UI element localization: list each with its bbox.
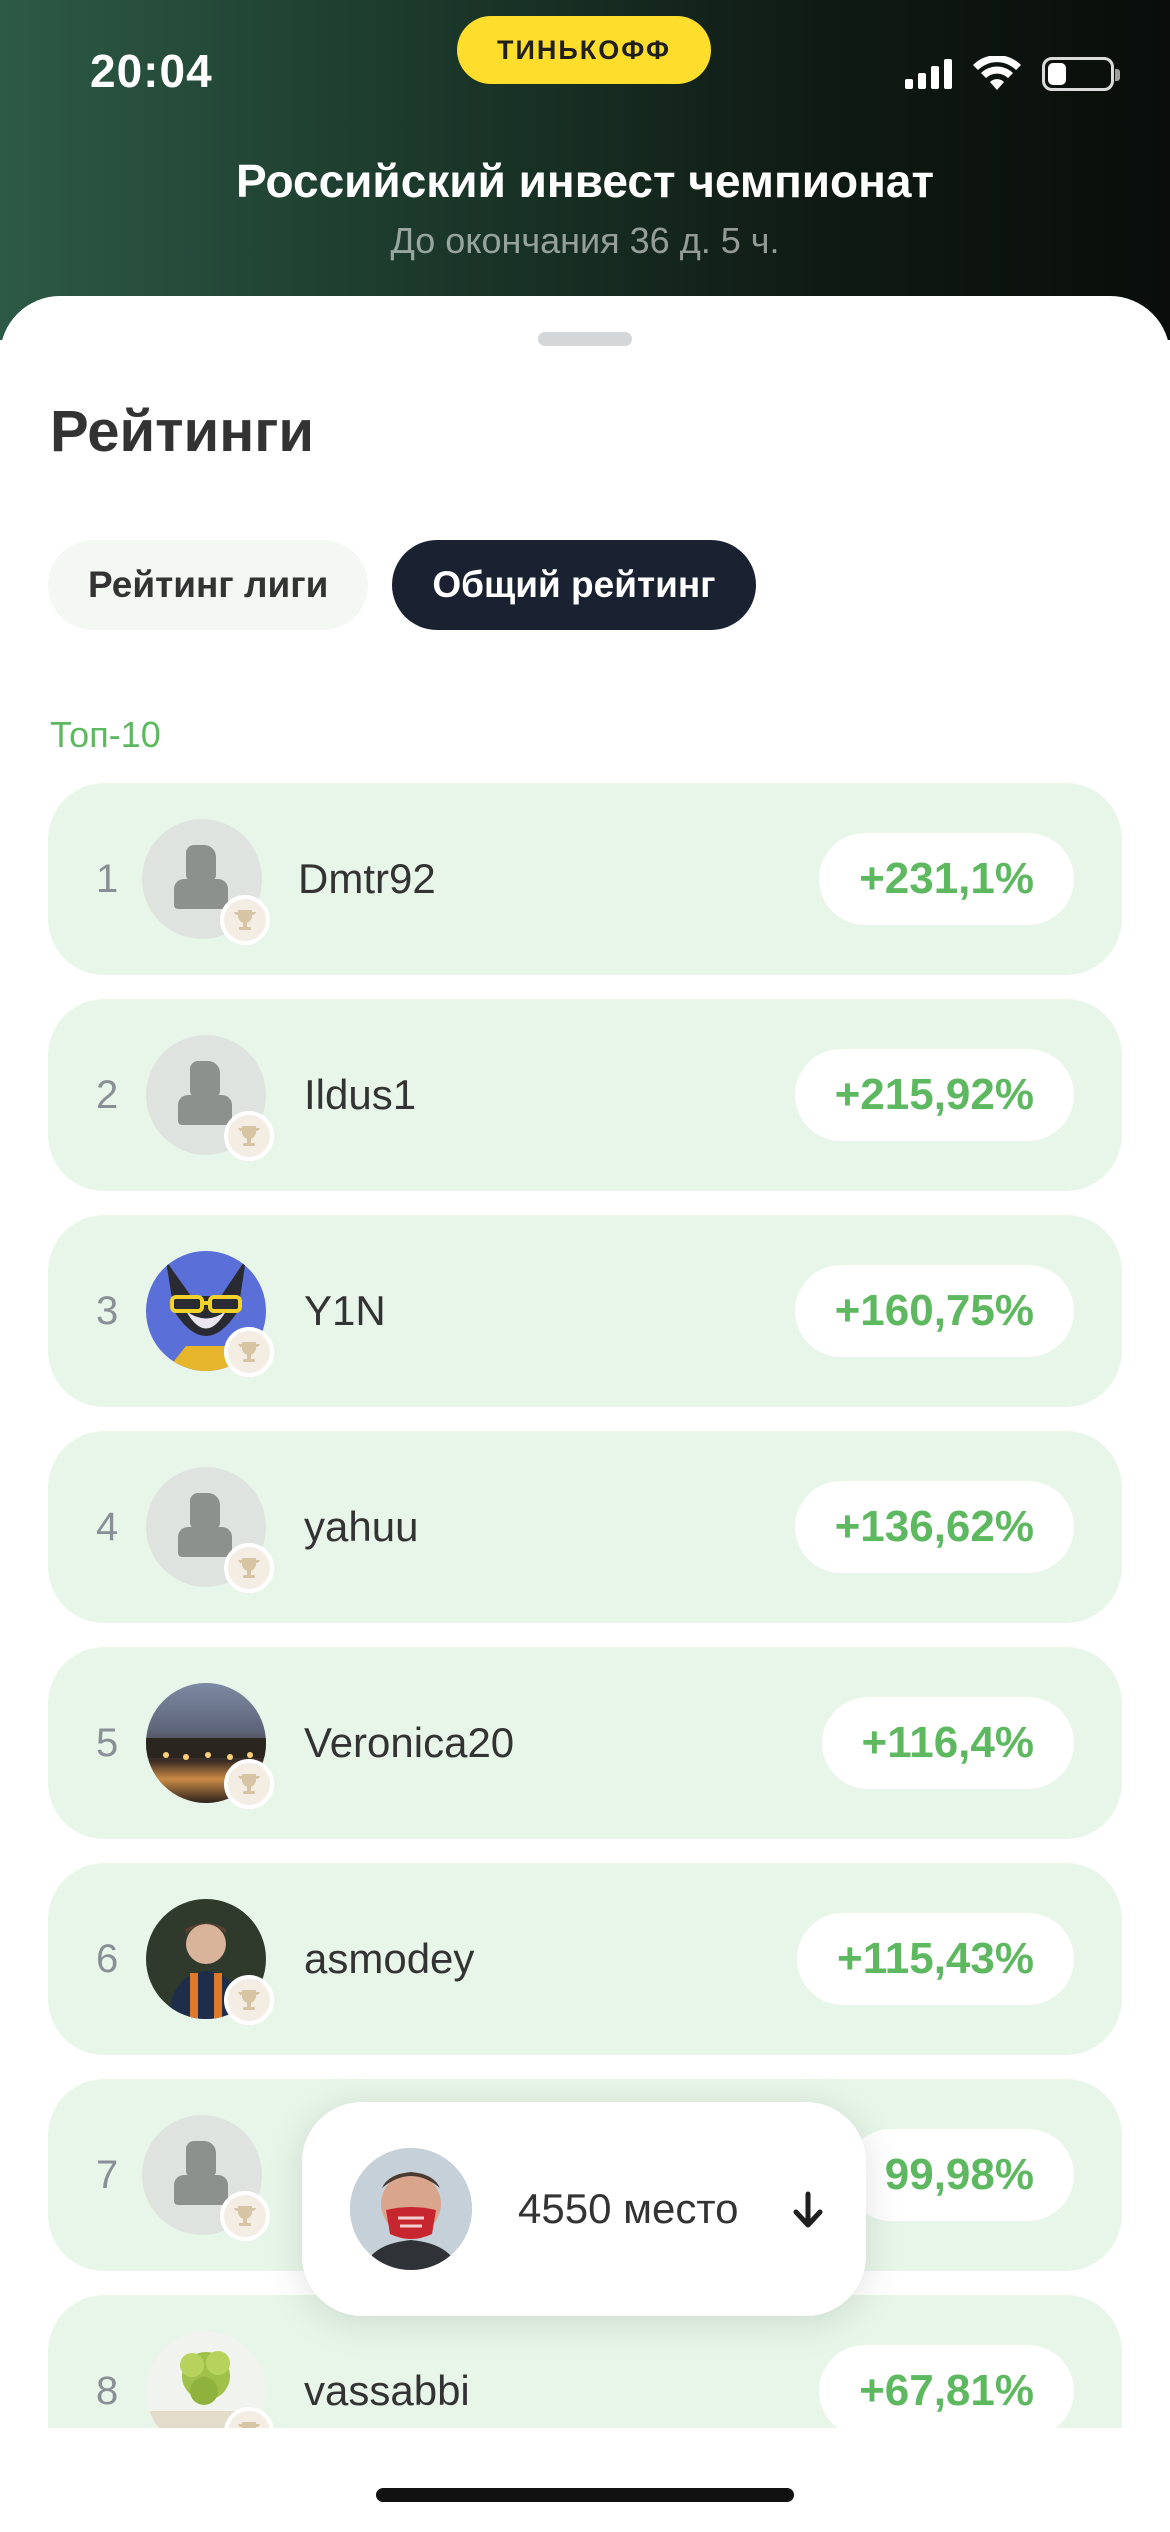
avatar <box>146 1683 274 1809</box>
row-score: +215,92% <box>794 1049 1074 1141</box>
trophy-icon <box>220 2191 270 2241</box>
leaderboard-row[interactable]: 5 Veronica20 +116,4% <box>48 1647 1122 1839</box>
tab-overall-rating[interactable]: Общий рейтинг <box>392 540 756 630</box>
row-username: Ildus1 <box>304 1071 417 1118</box>
row-rank: 7 <box>96 2153 119 2197</box>
trophy-icon <box>224 1111 274 1161</box>
my-avatar <box>350 2148 472 2270</box>
page-title: Российский инвест чемпионат <box>235 155 935 207</box>
row-rank: 2 <box>96 1073 119 1117</box>
leaderboard-row[interactable]: 3 Y1N +160,75% <box>48 1215 1122 1407</box>
row-username: Dmtr92 <box>298 855 436 902</box>
row-score: +136,62% <box>794 1481 1074 1573</box>
arrow-down-icon <box>793 2191 823 2228</box>
row-rank: 6 <box>96 1937 119 1981</box>
trophy-icon <box>224 1543 274 1593</box>
row-score: +67,81% <box>819 2345 1074 2428</box>
avatar <box>146 1467 274 1593</box>
bottom-bar-area <box>0 2428 1170 2532</box>
tab-league-rating[interactable]: Рейтинг лиги <box>48 540 369 630</box>
row-rank: 5 <box>96 1721 119 1765</box>
avatar <box>142 2115 270 2241</box>
signal-icon <box>905 59 952 89</box>
leaderboard-row[interactable]: 1 Dmtr92 +231,1% <box>48 783 1122 975</box>
trophy-icon <box>224 1327 274 1377</box>
leaderboard-row[interactable]: 6 asmodey +115,43% <box>48 1863 1122 2055</box>
avatar <box>146 1899 274 2025</box>
row-score: 99,98% <box>844 2129 1074 2221</box>
row-username: asmodey <box>304 1935 475 1982</box>
leaderboard-row[interactable]: 2 Ildus1 +215,92% <box>48 999 1122 1191</box>
my-place-label: 4550 место <box>518 2185 739 2232</box>
sheet-grabber[interactable] <box>538 332 632 346</box>
my-place-button[interactable]: 4550 место <box>302 2102 866 2316</box>
row-rank: 1 <box>96 857 119 901</box>
row-score: +115,43% <box>797 1913 1074 2005</box>
row-rank: 3 <box>96 1289 119 1333</box>
trophy-icon <box>224 1759 274 1809</box>
rating-tabs: Рейтинг лиги Общий рейтинг <box>48 540 756 630</box>
row-username: Veronica20 <box>304 1719 515 1766</box>
ratings-title: Рейтинги <box>50 399 315 464</box>
avatar <box>146 2331 274 2428</box>
wifi-icon <box>973 56 1021 90</box>
row-rank: 8 <box>96 2369 119 2413</box>
trophy-icon <box>224 1975 274 2025</box>
row-score: +160,75% <box>794 1265 1074 1357</box>
row-score: +231,1% <box>819 833 1074 925</box>
top10-label: Топ-10 <box>50 714 161 755</box>
row-username: Y1N <box>304 1287 386 1334</box>
status-icons <box>905 54 1120 94</box>
row-score: +116,4% <box>821 1697 1074 1789</box>
row-rank: 4 <box>96 1505 119 1549</box>
row-username: yahuu <box>304 1503 419 1550</box>
brand-logo-pill[interactable]: ТИНЬКОФФ <box>457 16 711 84</box>
trophy-icon <box>220 895 270 945</box>
leaderboard-row[interactable]: 4 yahuu +136,62% <box>48 1431 1122 1623</box>
status-time: 20:04 <box>90 45 213 97</box>
avatar <box>146 1251 274 1377</box>
countdown-subtitle: До окончания 36 д. 5 ч. <box>390 220 780 261</box>
avatar <box>146 1035 274 1161</box>
avatar <box>142 819 270 945</box>
battery-icon <box>1042 57 1120 91</box>
home-indicator[interactable] <box>376 2488 794 2502</box>
